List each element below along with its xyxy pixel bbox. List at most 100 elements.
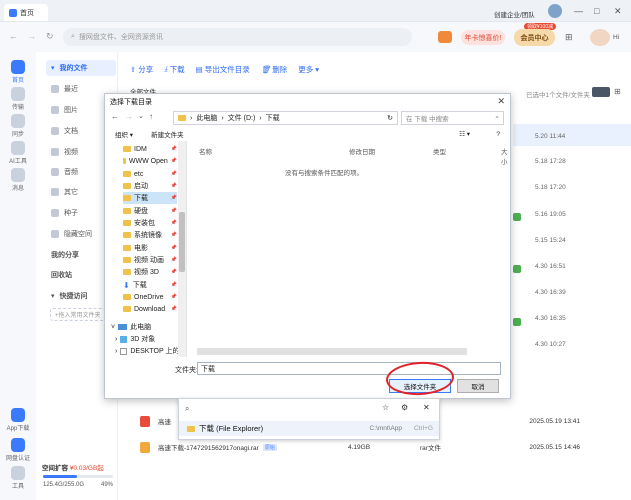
lock-icon	[51, 230, 59, 238]
organize-button[interactable]: 组织 ▾	[115, 129, 133, 139]
rail-sync[interactable]: 同步	[4, 114, 32, 138]
column-modified[interactable]: 修改日期	[349, 146, 375, 156]
folder-input[interactable]: 下载	[197, 362, 501, 375]
list-view-icon[interactable]	[592, 87, 610, 97]
up-icon[interactable]: ↑	[149, 112, 153, 121]
column-type[interactable]: 类型	[433, 146, 446, 156]
close-window-button[interactable]: ✕	[614, 6, 622, 17]
column-name[interactable]: 名称	[199, 146, 212, 156]
path-segment[interactable]: 文件 (D:)	[228, 113, 256, 123]
sidebar-label: 我的文件	[59, 65, 88, 72]
forward-arrow-icon[interactable]: →	[27, 31, 36, 41]
quick-switch-item[interactable]: 下载 (File Explorer) C:\mnt\App Ctrl+G	[179, 421, 439, 436]
tree-item[interactable]: OneDrive 📌	[123, 291, 177, 303]
dialog-close-icon[interactable]: ✕	[497, 96, 505, 107]
pin-off-icon[interactable]: ✕	[423, 403, 430, 412]
help-icon[interactable]: ?	[496, 131, 500, 138]
pin-icon: 📌	[170, 306, 177, 313]
refresh-icon[interactable]: ↻	[387, 114, 393, 122]
view-options-icon[interactable]: ☷ ▾	[459, 130, 470, 138]
home-tab[interactable]: 首页	[4, 4, 48, 21]
back-icon[interactable]: ←	[111, 112, 119, 121]
export-dir-button[interactable]: ▤ 导出文件目录	[196, 64, 250, 75]
tree-item[interactable]: › DESKTOP 上的	[115, 345, 180, 357]
rail-messages[interactable]: 消息	[4, 168, 32, 192]
tree-item[interactable]: ˅ 此电脑	[111, 321, 151, 333]
back-arrow-icon[interactable]: ←	[9, 31, 18, 41]
path-segment[interactable]: 下载	[266, 113, 280, 123]
rail-home[interactable]: 首页	[4, 60, 32, 84]
user-avatar[interactable]	[590, 29, 610, 46]
tree-label: 启动	[134, 183, 148, 191]
download-button[interactable]: ⤓ 下载	[164, 64, 184, 75]
refresh-icon[interactable]: ↻	[46, 31, 54, 42]
rail-app-download[interactable]: App下载	[4, 408, 32, 432]
star-icon[interactable]: ☆	[382, 403, 389, 412]
minimize-button[interactable]: —	[574, 6, 583, 16]
delete-button[interactable]: 🗑 删除	[261, 64, 288, 75]
tree-scrollbar-thumb[interactable]	[179, 212, 185, 272]
promo-button[interactable]: 年卡惊喜价!	[461, 30, 505, 45]
new-folder-button[interactable]: 新建文件夹	[151, 129, 184, 139]
address-bar[interactable]: › 此电脑 › 文件 (D:) › 下载 ↻	[173, 111, 398, 125]
sync-icon	[11, 114, 25, 128]
share-button[interactable]: ⇪ 分享	[130, 64, 153, 75]
quick-item-label: 下载 (File Explorer)	[199, 424, 264, 433]
settings-icon[interactable]: ⚙	[401, 403, 408, 412]
tree-item[interactable]: 视频 3D 📌	[123, 266, 177, 278]
storage-label: 空间扩容 ¥0.03/GB起	[42, 462, 104, 472]
tree-item[interactable]: › 3D 对象	[115, 333, 155, 345]
tree-label: 此电脑	[130, 324, 152, 332]
tree-item[interactable]: 安装包 📌	[123, 217, 177, 229]
sidebar-label: 种子	[64, 210, 78, 217]
storage-title: 空间扩容	[42, 465, 68, 472]
quick-item-path: C:\mnt\App	[369, 425, 403, 432]
column-headers: 名称 修改日期 类型 大小	[195, 144, 508, 166]
forward-icon[interactable]: →	[125, 112, 133, 121]
folder-tree: IDM 📌 WWW Open 📌 etc 📌 启动 📌 下载 📌 硬盘 📌 安装包 📌 系统镜…	[105, 141, 187, 357]
folder-icon	[123, 195, 131, 202]
tree-item[interactable]: etc 📌	[123, 168, 177, 180]
tree-item[interactable]: 系统镜像 📌	[123, 229, 177, 241]
grid-view-icon[interactable]: ⊞	[614, 87, 621, 96]
game-icon[interactable]	[438, 31, 452, 43]
create-org-link[interactable]: 创建企业/团队	[494, 9, 535, 19]
pin-icon: 📌	[170, 245, 177, 252]
folder-icon	[123, 306, 131, 313]
tree-item[interactable]: IDM 📌	[123, 143, 177, 155]
cancel-button[interactable]: 取消	[457, 379, 499, 393]
tree-item[interactable]: WWW Open 📌	[123, 155, 177, 167]
home-rail-icon	[11, 60, 25, 74]
vip-center-button[interactable]: 会员中心	[514, 29, 555, 46]
grid-icon[interactable]: ⊞	[565, 32, 573, 43]
avatar[interactable]	[548, 4, 562, 18]
more-label: 更多	[298, 64, 314, 74]
tree-item[interactable]: 视频 动画 📌	[123, 254, 177, 266]
rail-ai-tools[interactable]: AI工具	[4, 141, 32, 165]
sidebar-my-files[interactable]: ▾ 我的文件	[46, 60, 116, 76]
recent-dropdown-icon[interactable]: ⌄	[138, 112, 144, 120]
rail-verify[interactable]: 网盘认证	[4, 438, 32, 462]
tree-item[interactable]: Download 📌	[123, 303, 177, 315]
file-date: 2025.05.15 14:46	[529, 443, 580, 451]
horizontal-scrollbar[interactable]	[197, 348, 467, 355]
tree-item-selected[interactable]: 下载 📌	[123, 192, 177, 205]
tree-item[interactable]: 电影 📌	[123, 242, 177, 254]
main-toolbar: ⇪ 分享 ⤓ 下载 ▤ 导出文件目录 🗑 删除 更多 ▾	[130, 60, 630, 78]
rail-transfer[interactable]: 传输	[4, 87, 32, 111]
tree-item[interactable]: 硬盘 📌	[123, 205, 177, 217]
tree-item[interactable]: ⬇ 下载 📌	[123, 279, 177, 291]
row-date: 5.18 17:28	[535, 158, 566, 165]
more-button[interactable]: 更多 ▾	[298, 64, 319, 75]
pin-icon: 📌	[170, 171, 177, 178]
column-size[interactable]: 大小	[501, 146, 508, 166]
path-segment[interactable]: 此电脑	[196, 113, 217, 123]
rail-tools[interactable]: 工具	[4, 466, 32, 490]
dialog-search-input[interactable]: 在 下载 中搜索 ⌕	[401, 111, 504, 125]
storage-price[interactable]: ¥0.03/GB起	[70, 465, 104, 472]
tree-item[interactable]: 启动 📌	[123, 180, 177, 192]
verify-icon	[11, 438, 25, 452]
maximize-button[interactable]: □	[594, 6, 599, 16]
search-input[interactable]: ⌕ 搜网盘文件、全网资源资讯	[63, 28, 412, 46]
tree-label: DESKTOP 上的	[130, 348, 180, 356]
